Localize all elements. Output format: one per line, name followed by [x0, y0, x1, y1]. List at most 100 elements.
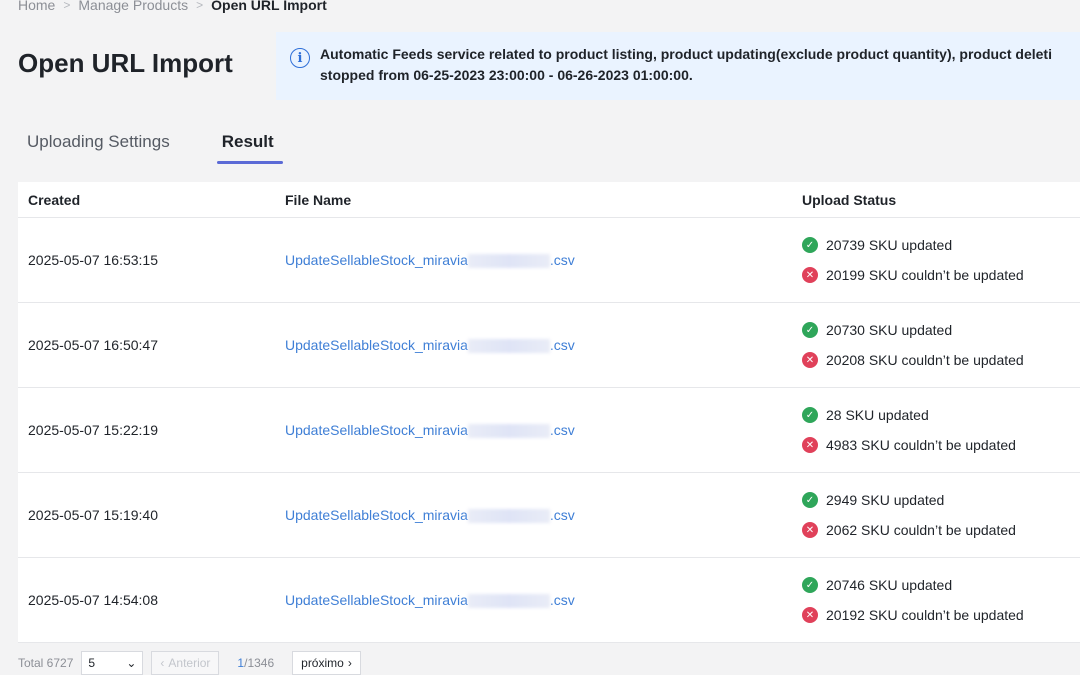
- created-cell: 2025-05-07 16:50:47: [28, 337, 158, 353]
- file-name-cell: UpdateSellableStock_miravia .csv: [275, 251, 792, 269]
- pagination: Total 6727 5 ⌄ ‹ Anterior 1/1346 próximo…: [18, 651, 361, 675]
- file-name-prefix: UpdateSellableStock_miravia: [285, 421, 468, 438]
- created-cell: 2025-05-07 14:54:08: [28, 592, 158, 608]
- page-size-value: 5: [88, 656, 96, 670]
- file-name-suffix: .csv: [549, 506, 575, 523]
- error-circle-icon: ✕: [802, 522, 818, 538]
- upload-status-cell: ✓ 28 SKU updated ✕ 4983 SKU couldn’t be …: [792, 407, 1080, 453]
- prev-page-button[interactable]: ‹ Anterior: [151, 651, 220, 675]
- table-row: 2025-05-07 15:19:40 UpdateSellableStock_…: [18, 473, 1080, 558]
- next-page-label: próximo: [301, 656, 344, 670]
- redacted-region: [467, 509, 550, 524]
- file-name-cell: UpdateSellableStock_miravia .csv: [275, 591, 792, 609]
- file-name-prefix: UpdateSellableStock_miravia: [285, 591, 468, 608]
- error-circle-icon: ✕: [802, 437, 818, 453]
- header-created[interactable]: Created: [18, 192, 275, 208]
- file-name-cell: UpdateSellableStock_miravia .csv: [275, 421, 792, 439]
- tab-result[interactable]: Result: [213, 130, 283, 164]
- file-name-link[interactable]: UpdateSellableStock_miravia .csv: [285, 421, 575, 439]
- file-name-link[interactable]: UpdateSellableStock_miravia .csv: [285, 506, 575, 524]
- total-pages: /1346: [244, 656, 275, 670]
- status-success: ✓ 28 SKU updated: [802, 407, 1080, 423]
- file-name-link[interactable]: UpdateSellableStock_miravia .csv: [285, 336, 575, 354]
- prev-page-label: Anterior: [168, 656, 211, 670]
- status-failure-text: 20208 SKU couldn’t be updated: [826, 352, 1024, 368]
- check-circle-icon: ✓: [802, 577, 818, 593]
- status-failure-text: 4983 SKU couldn’t be updated: [826, 437, 1016, 453]
- next-page-button[interactable]: próximo ›: [292, 651, 361, 675]
- file-name-prefix: UpdateSellableStock_miravia: [285, 251, 468, 268]
- tab-uploading-settings[interactable]: Uploading Settings: [18, 130, 179, 164]
- breadcrumb-separator-icon: >: [196, 0, 204, 12]
- file-name-prefix: UpdateSellableStock_miravia: [285, 336, 468, 353]
- check-circle-icon: ✓: [802, 237, 818, 253]
- created-cell: 2025-05-07 15:19:40: [28, 507, 158, 523]
- created-cell: 2025-05-07 15:22:19: [28, 422, 158, 438]
- table-row: 2025-05-07 16:53:15 UpdateSellableStock_…: [18, 218, 1080, 303]
- status-failure[interactable]: ✕ 20192 SKU couldn’t be updated: [802, 607, 1080, 623]
- error-circle-icon: ✕: [802, 607, 818, 623]
- info-icon: i: [290, 48, 310, 68]
- header-file-name: File Name: [285, 191, 352, 208]
- status-failure-text: 2062 SKU couldn’t be updated: [826, 522, 1016, 538]
- upload-status-cell: ✓ 20730 SKU updated ✕ 20208 SKU couldn’t…: [792, 322, 1080, 368]
- status-success-text: 28 SKU updated: [826, 407, 929, 423]
- chevron-right-icon: ›: [347, 656, 352, 670]
- status-failure[interactable]: ✕ 20208 SKU couldn’t be updated: [802, 352, 1080, 368]
- file-name-prefix: UpdateSellableStock_miravia: [285, 506, 468, 523]
- file-name-suffix: .csv: [549, 251, 575, 268]
- status-failure[interactable]: ✕ 20199 SKU couldn’t be updated: [802, 267, 1080, 283]
- status-failure[interactable]: ✕ 2062 SKU couldn’t be updated: [802, 522, 1080, 538]
- check-circle-icon: ✓: [802, 322, 818, 338]
- breadcrumb-manage-products[interactable]: Manage Products: [78, 0, 188, 13]
- file-name-cell: UpdateSellableStock_miravia .csv: [275, 506, 792, 524]
- page-title: Open URL Import: [18, 48, 233, 78]
- error-circle-icon: ✕: [802, 267, 818, 283]
- check-circle-icon: ✓: [802, 407, 818, 423]
- error-circle-icon: ✕: [802, 352, 818, 368]
- redacted-region: [467, 254, 550, 269]
- table-row: 2025-05-07 16:50:47 UpdateSellableStock_…: [18, 303, 1080, 388]
- file-name-suffix: .csv: [549, 336, 575, 353]
- status-success-text: 2949 SKU updated: [826, 492, 945, 508]
- notice-line-2: stopped from 06-25-2023 23:00:00 - 06-26…: [320, 67, 693, 83]
- upload-status-cell: ✓ 20746 SKU updated ✕ 20192 SKU couldn’t…: [792, 577, 1080, 623]
- page-size-select[interactable]: 5 ⌄: [81, 651, 144, 675]
- file-name-suffix: .csv: [549, 421, 575, 438]
- breadcrumb: Home > Manage Products > Open URL Import: [18, 0, 327, 13]
- file-name-cell: UpdateSellableStock_miravia .csv: [275, 336, 792, 354]
- results-table: Created File Name Upload Status 2025-05-…: [18, 182, 1080, 643]
- status-failure[interactable]: ✕ 4983 SKU couldn’t be updated: [802, 437, 1080, 453]
- table-row: 2025-05-07 14:54:08 UpdateSellableStock_…: [18, 558, 1080, 643]
- header-upload-status: Upload Status: [802, 191, 897, 208]
- status-failure-text: 20199 SKU couldn’t be updated: [826, 267, 1024, 283]
- status-failure-text: 20192 SKU couldn’t be updated: [826, 607, 1024, 623]
- status-success-text: 20730 SKU updated: [826, 322, 953, 338]
- status-success: ✓ 20739 SKU updated: [802, 237, 1080, 253]
- file-name-suffix: .csv: [549, 591, 575, 608]
- status-success: ✓ 20730 SKU updated: [802, 322, 1080, 338]
- table-row: 2025-05-07 15:22:19 UpdateSellableStock_…: [18, 388, 1080, 473]
- breadcrumb-home[interactable]: Home: [18, 0, 55, 13]
- created-cell: 2025-05-07 16:53:15: [28, 252, 158, 268]
- file-name-link[interactable]: UpdateSellableStock_miravia .csv: [285, 591, 575, 609]
- file-name-link[interactable]: UpdateSellableStock_miravia .csv: [285, 251, 575, 269]
- check-circle-icon: ✓: [802, 492, 818, 508]
- status-success-text: 20746 SKU updated: [826, 577, 953, 593]
- chevron-down-icon: ⌄: [126, 656, 137, 670]
- tab-bar: Uploading Settings Result: [18, 130, 283, 164]
- notice-banner: i Automatic Feeds service related to pro…: [276, 32, 1080, 100]
- status-success: ✓ 2949 SKU updated: [802, 492, 1080, 508]
- redacted-region: [467, 424, 550, 439]
- status-success: ✓ 20746 SKU updated: [802, 577, 1080, 593]
- total-count: Total 6727: [18, 656, 74, 670]
- status-success-text: 20739 SKU updated: [826, 237, 953, 253]
- table-header: Created File Name Upload Status: [18, 182, 1080, 218]
- breadcrumb-current: Open URL Import: [211, 0, 327, 13]
- upload-status-cell: ✓ 20739 SKU updated ✕ 20199 SKU couldn’t…: [792, 237, 1080, 283]
- breadcrumb-separator-icon: >: [63, 0, 71, 12]
- chevron-left-icon: ‹: [160, 656, 165, 670]
- page-indicator: 1/1346: [227, 656, 284, 670]
- redacted-region: [467, 339, 550, 354]
- redacted-region: [467, 594, 550, 609]
